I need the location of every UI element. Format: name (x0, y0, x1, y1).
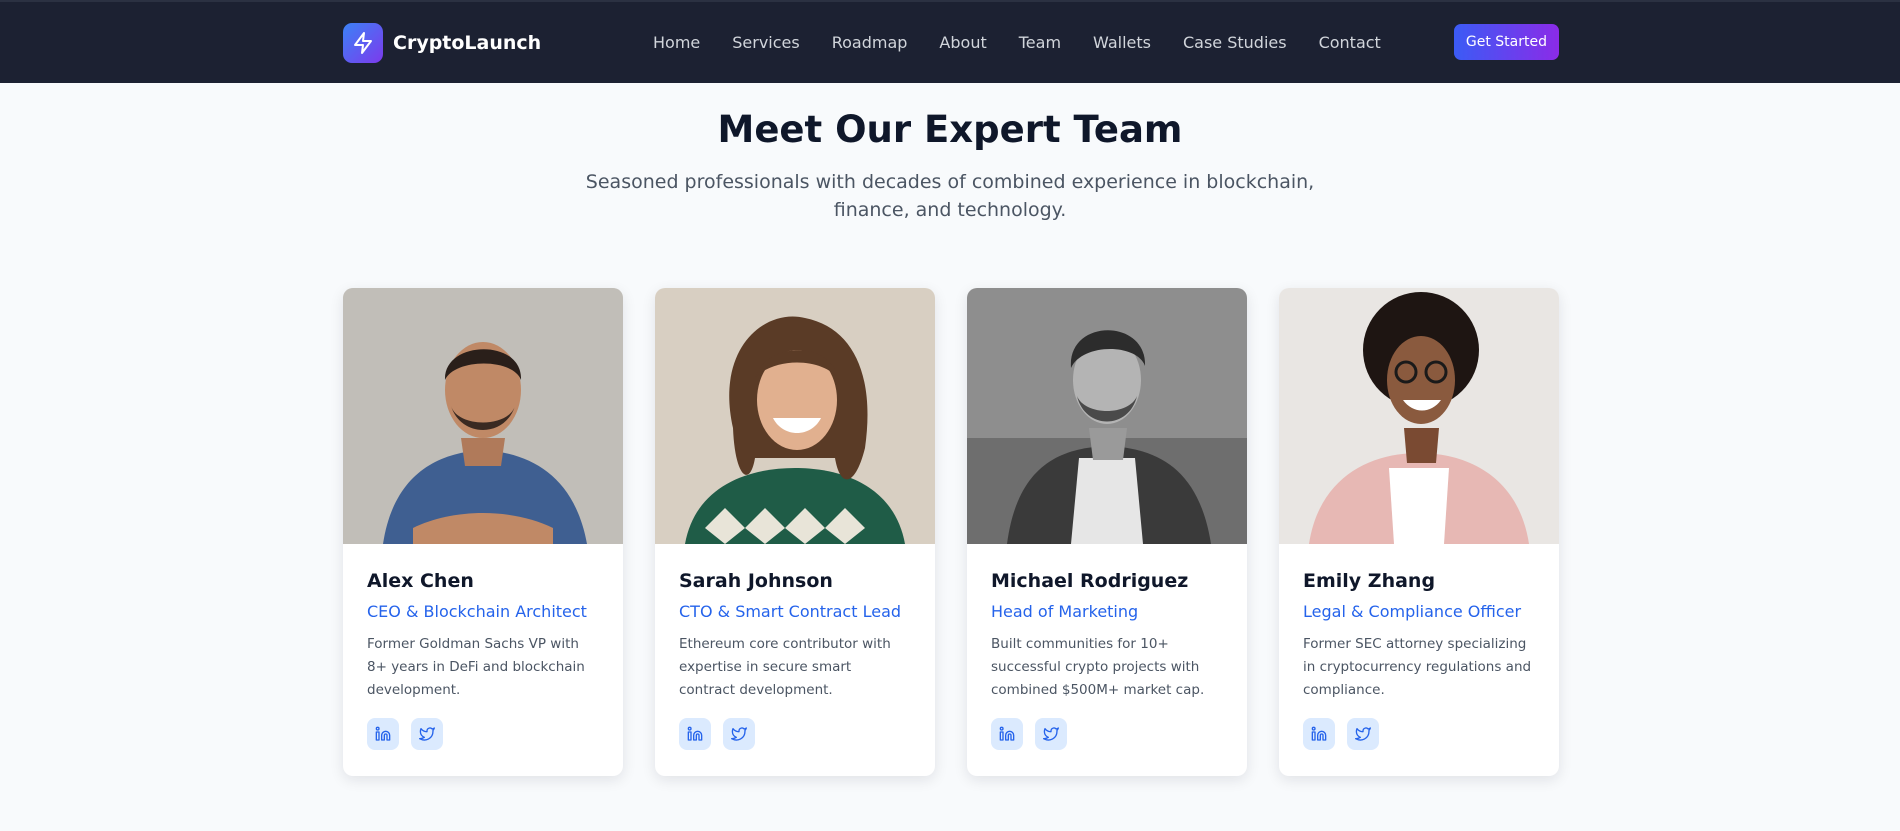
member-name: Michael Rodriguez (991, 570, 1189, 592)
linkedin-icon[interactable] (367, 718, 399, 750)
team-member-photo (655, 288, 935, 544)
section-subtitle: Seasoned professionals with decades of c… (585, 171, 1315, 221)
main-nav: Home Services Roadmap About Team Wallets… (653, 2, 1413, 83)
twitter-icon[interactable] (1035, 718, 1067, 750)
team-card: Alex Chen CEO & Blockchain Architect For… (343, 288, 623, 776)
social-links (991, 718, 1223, 750)
nav-link-home[interactable]: Home (653, 33, 700, 52)
nav-link-contact[interactable]: Contact (1319, 33, 1381, 52)
card-body: Alex Chen CEO & Blockchain Architect For… (343, 544, 623, 750)
team-card: Michael Rodriguez Head of Marketing Buil… (967, 288, 1247, 776)
navbar-inner: CryptoLaunch Home Services Roadmap About… (343, 2, 1559, 83)
member-name: Sarah Johnson (679, 570, 833, 592)
nav-link-services[interactable]: Services (732, 33, 799, 52)
member-name: Alex Chen (367, 570, 474, 592)
team-member-photo (967, 288, 1247, 544)
social-links (679, 718, 911, 750)
linkedin-icon[interactable] (1303, 718, 1335, 750)
member-role: Head of Marketing (991, 602, 1139, 621)
twitter-icon[interactable] (723, 718, 755, 750)
card-body: Michael Rodriguez Head of Marketing Buil… (967, 544, 1247, 750)
brand-name: CryptoLaunch (393, 31, 542, 54)
card-body: Sarah Johnson CTO & Smart Contract Lead … (655, 544, 935, 750)
nav-link-about[interactable]: About (939, 33, 986, 52)
section-title: Meet Our Expert Team (717, 108, 1183, 151)
top-navbar: CryptoLaunch Home Services Roadmap About… (0, 0, 1900, 83)
social-links (1303, 718, 1535, 750)
member-role: CTO & Smart Contract Lead (679, 602, 902, 621)
linkedin-icon[interactable] (991, 718, 1023, 750)
team-member-photo (343, 288, 623, 544)
team-card: Sarah Johnson CTO & Smart Contract Lead … (655, 288, 935, 776)
member-role: CEO & Blockchain Architect (367, 602, 587, 621)
brand[interactable]: CryptoLaunch (343, 22, 542, 63)
nav-link-case-studies[interactable]: Case Studies (1183, 33, 1287, 52)
team-cards: Alex Chen CEO & Blockchain Architect For… (343, 288, 1559, 776)
twitter-icon[interactable] (411, 718, 443, 750)
member-bio: Ethereum core contributor with expertise… (679, 636, 891, 698)
team-member-photo (1279, 288, 1559, 544)
nav-link-team[interactable]: Team (1019, 33, 1061, 52)
nav-link-wallets[interactable]: Wallets (1093, 33, 1151, 52)
card-body: Emily Zhang Legal & Compliance Officer F… (1279, 544, 1559, 750)
member-name: Emily Zhang (1303, 570, 1436, 592)
team-card: Emily Zhang Legal & Compliance Officer F… (1279, 288, 1559, 776)
nav-link-roadmap[interactable]: Roadmap (832, 33, 908, 52)
linkedin-icon[interactable] (679, 718, 711, 750)
lightning-bolt-icon (343, 22, 383, 63)
member-role: Legal & Compliance Officer (1303, 602, 1522, 621)
social-links (367, 718, 599, 750)
member-bio: Former SEC attorney specializing in cryp… (1303, 636, 1532, 698)
member-bio: Former Goldman Sachs VP with 8+ years in… (367, 636, 585, 698)
member-bio: Built communities for 10+ successful cry… (991, 636, 1205, 698)
twitter-icon[interactable] (1347, 718, 1379, 750)
get-started-button[interactable]: Get Started (1453, 24, 1559, 60)
